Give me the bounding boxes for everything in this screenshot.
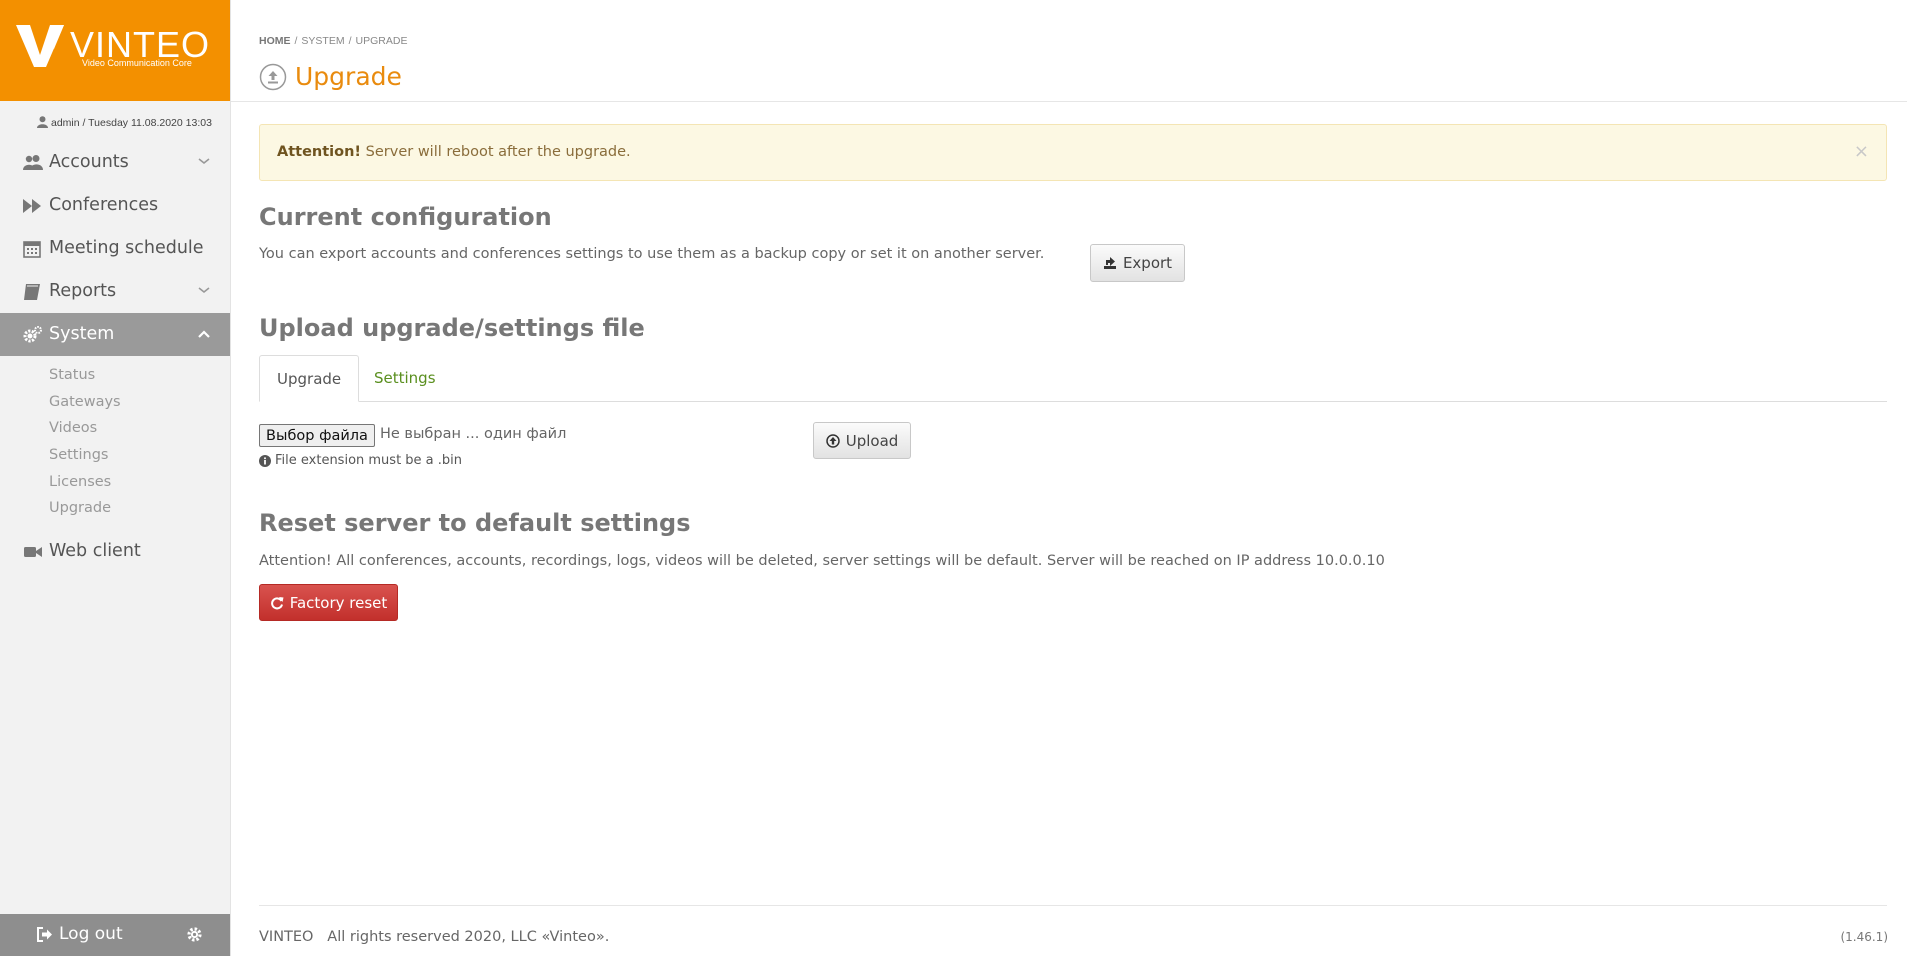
export-icon xyxy=(1103,257,1116,269)
sidebar-item-label: Web client xyxy=(49,541,141,562)
file-hint-text: File extension must be a .bin xyxy=(275,453,463,468)
users-icon xyxy=(23,155,43,170)
alert-text: Attention! Server will reboot after the … xyxy=(277,144,631,160)
breadcrumb-separator: / xyxy=(294,35,298,47)
upload-button[interactable]: Upload xyxy=(813,422,911,459)
footer-version: (1.46.1) xyxy=(1840,930,1888,944)
reset-description: Attention! All conferences, accounts, re… xyxy=(259,553,1385,569)
reboot-warning-alert: Attention! Server will reboot after the … xyxy=(259,124,1887,181)
submenu-item-settings[interactable]: Settings xyxy=(0,442,230,469)
upload-tabs: Upgrade Settings xyxy=(259,355,1887,402)
book-icon xyxy=(24,284,40,300)
sidebar-item-accounts[interactable]: Accounts xyxy=(0,141,230,184)
sidebar-item-reports[interactable]: Reports xyxy=(0,270,230,313)
alert-message: Server will reboot after the upgrade. xyxy=(365,144,631,160)
sidebar-nav: Accounts Conferences Meeting schedule Re… xyxy=(0,141,230,573)
choose-file-button[interactable]: Выбор файла xyxy=(259,424,375,447)
export-label: Export xyxy=(1122,254,1173,272)
page-title: Upgrade xyxy=(295,62,402,91)
user-info: admin / Tuesday 11.08.2020 13:03 xyxy=(37,116,212,129)
brand-tagline: Video Communication Core xyxy=(82,58,192,68)
calendar-icon xyxy=(23,241,41,258)
current-configuration-description: You can export accounts and conferences … xyxy=(259,246,1045,262)
reset-heading: Reset server to default settings xyxy=(259,509,691,537)
upload-label: Upload xyxy=(845,431,899,450)
upload-circle-icon xyxy=(825,433,840,448)
logout-label: Log out xyxy=(59,924,123,944)
sidebar-item-label: System xyxy=(49,324,115,344)
sidebar-item-conferences[interactable]: Conferences xyxy=(0,184,230,227)
submenu-item-upgrade[interactable]: Upgrade xyxy=(0,495,230,522)
submenu-item-status[interactable]: Status xyxy=(0,362,230,389)
factory-reset-label: Factory reset xyxy=(289,593,388,612)
sign-out-icon xyxy=(37,926,52,942)
current-configuration-heading: Current configuration xyxy=(259,203,552,231)
sidebar-item-system[interactable]: System xyxy=(0,313,230,356)
breadcrumb-system[interactable]: SYSTEM xyxy=(301,35,344,47)
logout-button[interactable]: Log out xyxy=(37,924,123,944)
header-divider xyxy=(231,101,1907,102)
sidebar-item-web-client[interactable]: Web client xyxy=(0,530,230,573)
sidebar-item-label: Reports xyxy=(49,281,117,301)
system-submenu: Status Gateways Videos Settings Licenses… xyxy=(0,356,230,530)
sidebar: VINTEO Video Communication Core admin / … xyxy=(0,0,231,956)
fast-forward-icon xyxy=(23,199,41,213)
vinteo-logo-icon xyxy=(16,25,64,67)
breadcrumb: HOME / SYSTEM / UPGRADE xyxy=(259,35,407,47)
footer-copyright: VINTEO All rights reserved 2020, LLC «Vi… xyxy=(259,929,610,945)
gear-icon[interactable] xyxy=(186,926,203,943)
factory-reset-button[interactable]: Factory reset xyxy=(259,584,398,621)
logout-bar: Log out xyxy=(0,914,230,956)
refresh-icon xyxy=(270,596,284,609)
file-extension-hint: File extension must be a .bin xyxy=(259,453,462,468)
breadcrumb-separator: / xyxy=(348,35,352,47)
upgrade-icon xyxy=(259,63,287,91)
export-button[interactable]: Export xyxy=(1090,244,1185,282)
brand-logo[interactable]: VINTEO Video Communication Core xyxy=(0,0,230,101)
info-circle-icon xyxy=(259,454,271,467)
upload-heading: Upload upgrade/settings file xyxy=(259,314,645,342)
tab-settings[interactable]: Settings xyxy=(357,355,453,401)
sidebar-item-label: Accounts xyxy=(49,152,129,172)
chevron-up-icon[interactable] xyxy=(198,330,210,338)
video-camera-icon xyxy=(24,547,42,558)
user-info-text: admin / Tuesday 11.08.2020 13:03 xyxy=(51,117,212,129)
gears-icon xyxy=(23,326,42,343)
chevron-down-icon[interactable] xyxy=(198,158,210,165)
breadcrumb-upgrade: UPGRADE xyxy=(355,35,408,47)
sidebar-item-label: Meeting schedule xyxy=(49,238,204,258)
tab-upgrade[interactable]: Upgrade xyxy=(259,355,360,402)
submenu-item-videos[interactable]: Videos xyxy=(0,415,230,442)
alert-strong: Attention! xyxy=(277,144,362,160)
submenu-item-gateways[interactable]: Gateways xyxy=(0,389,230,416)
user-icon xyxy=(37,116,48,128)
close-icon[interactable]: × xyxy=(1854,141,1869,162)
chevron-down-icon[interactable] xyxy=(198,287,210,294)
breadcrumb-home[interactable]: HOME xyxy=(259,35,291,47)
footer-divider xyxy=(259,905,1887,906)
submenu-item-licenses[interactable]: Licenses xyxy=(0,469,230,496)
file-status-text: Не выбран ... один файл xyxy=(380,426,567,442)
sidebar-item-meeting-schedule[interactable]: Meeting schedule xyxy=(0,227,230,270)
sidebar-item-label: Conferences xyxy=(49,195,159,215)
page-header: Upgrade xyxy=(259,62,402,92)
